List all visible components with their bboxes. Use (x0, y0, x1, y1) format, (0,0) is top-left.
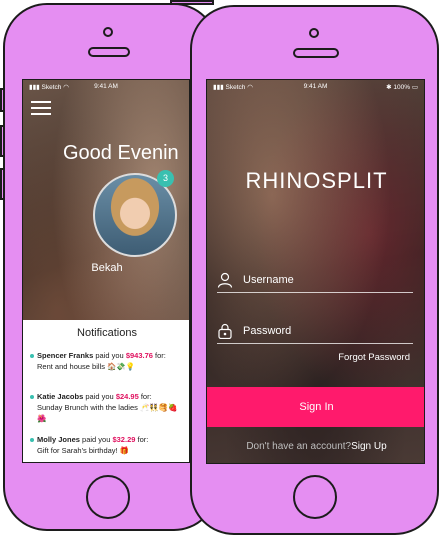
user-name: Bekah (91, 262, 123, 274)
camera-icon (103, 27, 113, 37)
back-volume-down (0, 125, 5, 157)
speaker-grille (88, 47, 130, 57)
password-field (217, 321, 413, 344)
notification-item[interactable]: Spencer Franks paid you $943.76 for: Rent… (30, 350, 186, 372)
bullet-icon (30, 395, 34, 399)
user-icon (217, 272, 233, 288)
status-bar: ▮▮▮ Sketch ◠ 9:41 AM ✱ 100% ▭ (207, 80, 424, 94)
notification-item[interactable]: Katie Jacobs paid you $24.95 for: Sunday … (30, 391, 186, 424)
notifications-title: Notifications (77, 327, 137, 339)
sign-in-button[interactable]: Sign In (207, 387, 424, 427)
status-bar: ▮▮▮ Sketch ◠ 9:41 AM (23, 80, 189, 94)
back-volume-down-2 (0, 168, 5, 200)
notifications-panel: Notifications Spencer Franks paid you $9… (23, 320, 189, 462)
hamburger-menu-icon[interactable] (31, 101, 51, 115)
speaker-grille (293, 48, 339, 58)
lock-icon (218, 323, 232, 339)
login-screen: ▮▮▮ Sketch ◠ 9:41 AM ✱ 100% ▭ RHINOSPLIT… (206, 79, 425, 464)
username-input[interactable] (243, 272, 403, 288)
dashboard-screen: ▮▮▮ Sketch ◠ 9:41 AM Good Evenin 3 Bekah… (22, 79, 190, 463)
sign-up-link[interactable]: Sign Up (351, 441, 387, 452)
greeting-text: Good Evenin (63, 142, 179, 164)
back-volume-up (0, 88, 5, 112)
battery-indicator: ✱ 100% ▭ (386, 84, 418, 91)
signup-prompt: Don't have an account?Sign Up (207, 441, 424, 452)
notification-count-badge: 3 (157, 170, 174, 187)
status-time: 9:41 AM (94, 83, 118, 90)
bullet-icon (30, 354, 34, 358)
app-logo: RHINOSPLIT (245, 168, 388, 193)
bullet-icon (30, 438, 34, 442)
username-field (217, 270, 413, 293)
home-button[interactable] (293, 475, 337, 519)
back-top-button (170, 0, 214, 5)
home-button[interactable] (86, 475, 130, 519)
camera-icon (309, 28, 319, 38)
forgot-password-link[interactable]: Forgot Password (338, 352, 410, 363)
notification-item[interactable]: Molly Jones paid you $32.29 for: Gift for… (30, 434, 186, 456)
password-input[interactable] (243, 323, 403, 339)
no-account-text: Don't have an account? (246, 441, 352, 452)
